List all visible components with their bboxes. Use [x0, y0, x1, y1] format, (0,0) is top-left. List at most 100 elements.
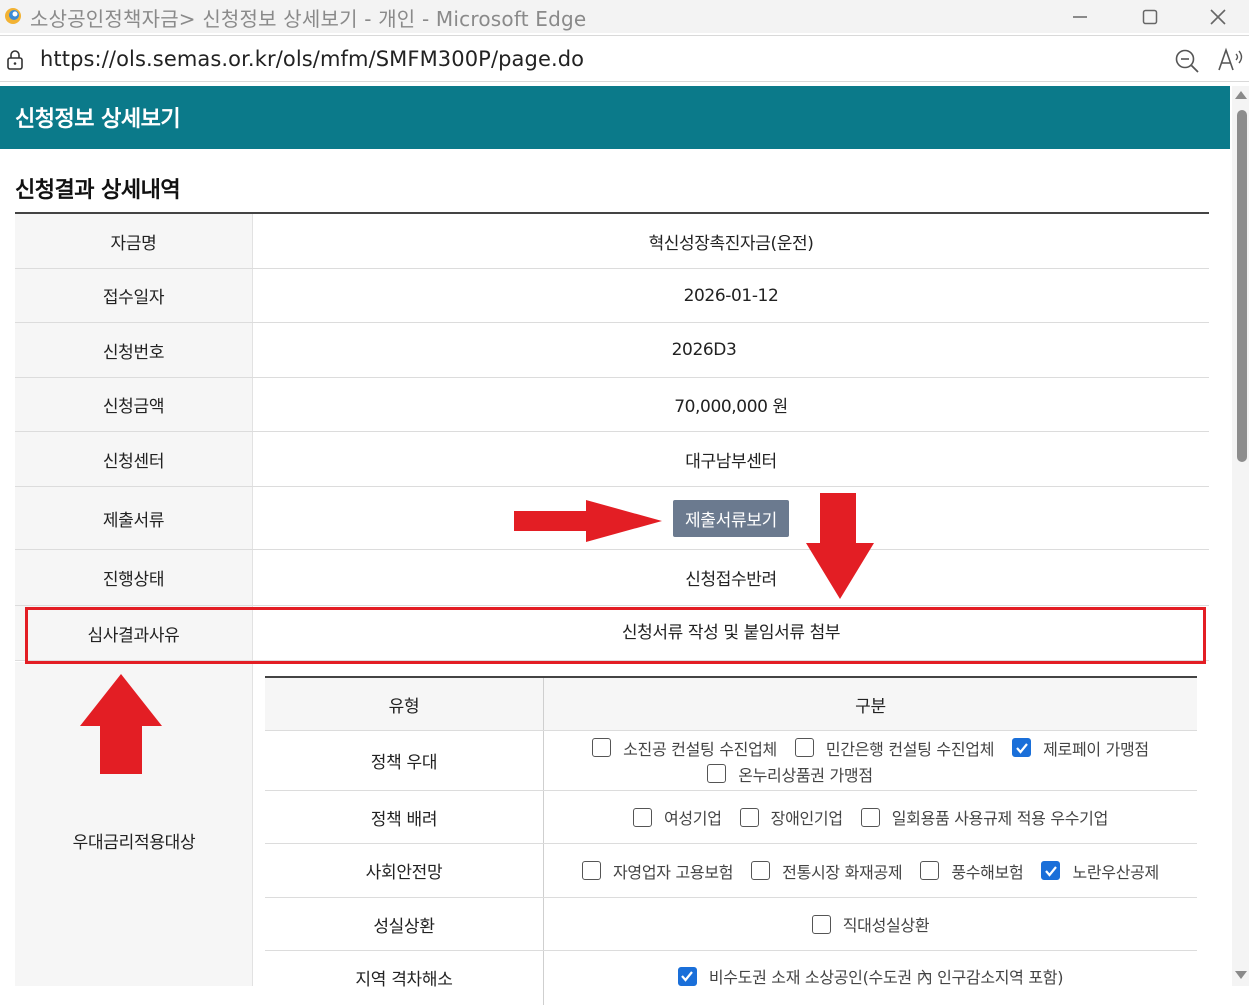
arrow-right-icon [514, 500, 662, 542]
checkbox-label: 노란우산공제 [1072, 862, 1159, 882]
checkbox[interactable] [751, 861, 771, 880]
checkbox[interactable] [739, 807, 759, 827]
scroll-thumb[interactable] [1237, 110, 1247, 462]
url-text[interactable]: https://ols.semas.or.kr/ols/mfm/SMFM300P… [40, 47, 584, 71]
close-button[interactable] [1184, 0, 1249, 33]
window-title-bar: 소상공인정책자금> 신청정보 상세보기 - 개인 - Microsoft Edg… [0, 0, 1249, 33]
fund-name-value: 혁신성장촉진자금(운전) [648, 233, 814, 254]
checkbox-option[interactable]: 자영업자 고용보험 [582, 859, 733, 883]
arrow-up-icon [80, 674, 162, 774]
checkbox-option[interactable]: 노란우산공제 [1041, 859, 1159, 883]
table-row: 진행상태 신청접수반려 [15, 550, 1209, 606]
table-row-policy-consideration: 정책 배려 여성기업 장애인기업 일회용품 사용규제 적용 우수기업 [265, 791, 1197, 844]
checkbox-option[interactable]: 제로페이 가맹점 [1012, 736, 1149, 760]
checkbox-label: 소진공 컨설팅 수진업체 [623, 739, 777, 759]
status-value: 신청접수반려 [685, 570, 777, 590]
column-header-type: 유형 [265, 678, 544, 730]
section-title: 신청결과 상세내역 [15, 178, 181, 203]
table-row-regional-gap: 지역 격차해소 비수도권 소재 소상공인(수도권 內 인구감소지역 포함) [265, 951, 1197, 1005]
read-aloud-icon[interactable] [1216, 46, 1244, 74]
checkbox[interactable] [582, 861, 602, 880]
window-title: 소상공인정책자금> 신청정보 상세보기 - 개인 - Microsoft Edg… [30, 7, 587, 31]
application-number-value: 2026D3 [671, 340, 737, 360]
preferential-rate-section: 우대금리적용대상 유형 구분 정책 우대 소진공 컨설팅 수진업체 민간은행 컨… [15, 662, 1209, 1005]
checkbox-label: 전통시장 화재공제 [782, 862, 903, 882]
checkbox-option[interactable]: 여성기업 [632, 805, 722, 829]
application-detail-table: 자금명 혁신성장촉진자금(운전) 접수일자 2026-01-12 신청번호 20… [15, 212, 1209, 661]
checkbox[interactable] [860, 807, 880, 827]
row-type-label: 정책 우대 [265, 731, 544, 790]
checkbox-label: 민간은행 컨설팅 수진업체 [825, 739, 995, 759]
row-options: 여성기업 장애인기업 일회용품 사용규제 적용 우수기업 [544, 791, 1197, 843]
row-type-label: 정책 배려 [265, 791, 544, 843]
checkbox-option[interactable]: 소진공 컨설팅 수진업체 [592, 736, 777, 760]
checkbox[interactable] [794, 738, 814, 757]
checkbox-label: 장애인기업 [770, 809, 843, 828]
checkbox-option[interactable]: 장애인기업 [739, 805, 843, 829]
row-options: 소진공 컨설팅 수진업체 민간은행 컨설팅 수진업체 제로페이 가맹점 온누리상… [544, 731, 1197, 790]
table-row: 신청금액 70,000,000 원 [15, 378, 1209, 432]
page-title: 신청정보 상세보기 [15, 107, 181, 132]
checkbox[interactable] [592, 738, 612, 757]
row-label-amount: 신청금액 [15, 378, 253, 431]
checkbox-option[interactable]: 직대성실상환 [811, 912, 930, 936]
scroll-down-icon[interactable] [1235, 971, 1247, 979]
row-type-label: 성실상환 [265, 898, 544, 950]
scroll-up-icon[interactable] [1235, 91, 1247, 99]
checkbox-label: 일회용품 사용규제 적용 우수기업 [891, 809, 1109, 828]
amount-value: 70,000,000 원 [674, 397, 788, 417]
table-row: 신청번호 2026D3 [15, 323, 1209, 378]
table-header-row: 유형 구분 [265, 678, 1197, 731]
row-type-label: 지역 격차해소 [265, 951, 544, 1005]
checkbox-label: 온누리상품권 가맹점 [738, 765, 873, 785]
minimize-icon [1073, 15, 1087, 18]
checkbox[interactable] [707, 764, 727, 783]
view-documents-button[interactable]: 제출서류보기 [672, 499, 790, 537]
row-options: 직대성실상환 [544, 898, 1197, 950]
checkbox[interactable] [1012, 738, 1032, 757]
row-label-status: 진행상태 [15, 550, 253, 605]
checkbox-label: 풍수해보험 [951, 862, 1024, 882]
checkbox-option[interactable]: 민간은행 컨설팅 수진업체 [794, 736, 995, 760]
checkbox-option[interactable]: 풍수해보험 [920, 859, 1024, 883]
receipt-date-value: 2026-01-12 [683, 285, 779, 306]
checkbox[interactable] [632, 807, 652, 827]
row-options: 자영업자 고용보험 전통시장 화재공제 풍수해보험 노란우산공제 [544, 844, 1197, 897]
maximize-button[interactable] [1116, 0, 1184, 33]
checkbox-option[interactable]: 온누리상품권 가맹점 [707, 762, 873, 786]
checkbox-label: 직대성실상환 [842, 916, 930, 935]
checkbox-label: 비수도권 소재 소상공인(수도권 內 인구감소지역 포함) [708, 968, 1064, 987]
close-icon [1210, 8, 1226, 25]
checkbox-label: 제로페이 가맹점 [1043, 739, 1149, 759]
submitted-documents-cell: 제출서류보기 [253, 487, 1209, 549]
checkbox[interactable] [920, 861, 940, 880]
table-row: 자금명 혁신성장촉진자금(운전) [15, 214, 1209, 269]
maximize-icon [1142, 9, 1158, 24]
table-row: 신청센터 대구남부센터 [15, 432, 1209, 487]
checkbox-option[interactable]: 비수도권 소재 소상공인(수도권 內 인구감소지역 포함) [677, 964, 1064, 988]
checkbox-option[interactable]: 전통시장 화재공제 [751, 859, 903, 883]
address-bar[interactable]: https://ols.semas.or.kr/ols/mfm/SMFM300P… [0, 35, 1249, 82]
row-options: 비수도권 소재 소상공인(수도권 內 인구감소지역 포함) [544, 951, 1197, 1005]
preferential-table: 유형 구분 정책 우대 소진공 컨설팅 수진업체 민간은행 컨설팅 수진업체 제… [265, 676, 1197, 1005]
row-type-label: 사회안전망 [265, 844, 544, 897]
table-row: 접수일자 2026-01-12 [15, 269, 1209, 323]
row-label-submitted-documents: 제출서류 [15, 487, 253, 549]
column-header-category: 구분 [855, 696, 886, 717]
app-logo-icon [5, 8, 21, 24]
zoom-out-icon[interactable] [1174, 48, 1200, 74]
row-label-fund-name: 자금명 [15, 214, 253, 268]
checkbox[interactable] [811, 914, 831, 934]
table-row-faithful-repayment: 성실상환 직대성실상환 [265, 898, 1197, 951]
center-value: 대구남부센터 [685, 451, 777, 472]
checkbox-option[interactable]: 일회용품 사용규제 적용 우수기업 [860, 805, 1109, 829]
highlight-box-review-reason [25, 607, 1206, 664]
checkbox-label: 여성기업 [663, 809, 722, 828]
preferential-label: 우대금리적용대상 [72, 833, 196, 853]
row-label-receipt-date: 접수일자 [15, 269, 253, 322]
checkbox-label: 자영업자 고용보험 [613, 862, 734, 882]
minimize-button[interactable] [1046, 0, 1114, 33]
checkbox[interactable] [1041, 861, 1061, 880]
checkbox[interactable] [677, 966, 697, 986]
lock-icon[interactable] [6, 50, 24, 70]
